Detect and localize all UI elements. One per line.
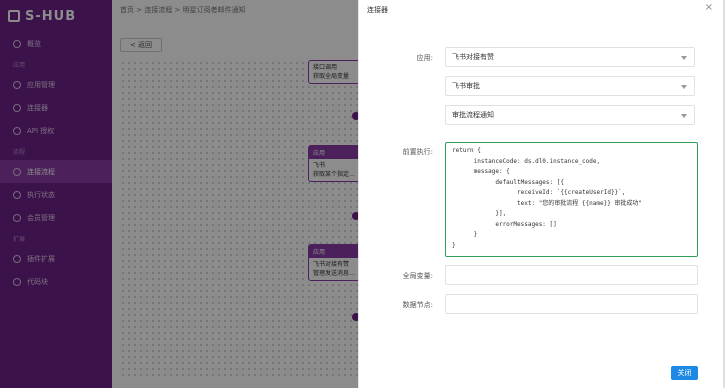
modal-overlay[interactable] — [0, 0, 358, 388]
pre-exec-label: 前置执行: — [402, 148, 433, 156]
drawer-title: 连接器 — [367, 6, 388, 14]
global-var-input[interactable] — [445, 265, 698, 285]
app-select-value: 飞书对接有赞 — [452, 53, 494, 61]
pre-exec-code-editor[interactable]: return { instanceCode: ds.dl0.instance_c… — [445, 142, 698, 257]
action-group-select[interactable]: 飞书审批 — [445, 76, 695, 96]
action-group-value: 飞书审批 — [452, 82, 480, 90]
app-label: 应用: — [416, 54, 433, 62]
chevron-down-icon — [681, 85, 687, 89]
close-icon[interactable]: × — [705, 2, 713, 13]
chevron-down-icon — [681, 114, 687, 118]
action-value: 审批流程通知 — [452, 111, 494, 119]
data-node-input[interactable] — [445, 294, 698, 314]
data-node-label: 数据节点: — [402, 301, 433, 309]
chevron-down-icon — [681, 56, 687, 60]
app-select[interactable]: 飞书对接有赞 — [445, 47, 695, 67]
close-button[interactable]: 关闭 — [671, 366, 698, 380]
connector-drawer: 连接器 × 应用: 飞书对接有赞 飞书审批 审批流程通知 前置执行: retur… — [358, 0, 723, 388]
action-select[interactable]: 审批流程通知 — [445, 105, 695, 125]
global-var-label: 全局变量: — [402, 272, 433, 280]
